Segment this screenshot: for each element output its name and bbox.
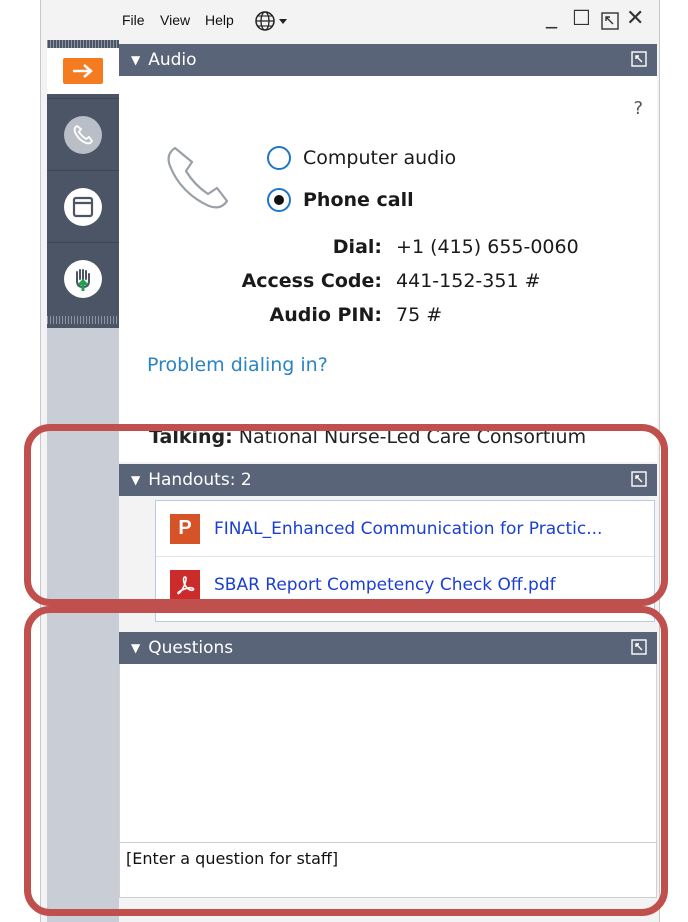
phone-call-radio[interactable] <box>267 188 291 212</box>
rail-grip-top[interactable] <box>47 40 119 48</box>
handout-name[interactable]: SBAR Report Competency Check Off.pdf <box>214 575 556 595</box>
handouts-list: P FINAL_Enhanced Communication for Pract… <box>155 500 655 622</box>
audio-panel-header[interactable]: ▼ Audio <box>119 44 657 76</box>
phone-icon <box>64 115 102 154</box>
restore-icon[interactable] <box>600 11 620 35</box>
talking-value: National Nurse-Led Care Consortium <box>238 426 587 448</box>
powerpoint-file-icon: P <box>170 513 200 544</box>
computer-audio-option[interactable]: Computer audio <box>267 146 456 170</box>
access-code-row: Access Code: 441-152-351 # <box>215 270 541 292</box>
questions-log <box>119 664 657 842</box>
audio-panel-body: ? Computer audio Phone call Dial: +1 (41… <box>119 76 657 462</box>
menu-help[interactable]: Help <box>205 12 234 28</box>
dial-row: Dial: +1 (415) 655-0060 <box>215 236 579 258</box>
maximize-button[interactable]: ☐ <box>572 6 591 30</box>
handout-item[interactable]: SBAR Report Competency Check Off.pdf <box>156 557 654 613</box>
handout-item[interactable]: P FINAL_Enhanced Communication for Pract… <box>156 501 654 557</box>
menu-bar: File View Help _ ☐ ✕ <box>119 0 659 44</box>
collapse-triangle-icon: ▼ <box>131 641 141 655</box>
questions-panel-title: Questions <box>148 638 234 658</box>
rail-grip-bottom[interactable] <box>47 316 119 324</box>
phone-call-option[interactable]: Phone call <box>267 188 414 212</box>
question-input[interactable] <box>119 842 657 898</box>
access-code-value: 441-152-351 # <box>396 270 541 292</box>
collapse-triangle-icon: ▼ <box>131 473 141 487</box>
phone-call-label: Phone call <box>303 189 414 211</box>
menu-view[interactable]: View <box>160 12 190 28</box>
dial-label: Dial: <box>332 236 382 258</box>
popout-icon[interactable] <box>631 51 647 67</box>
minimize-button[interactable]: _ <box>546 4 557 29</box>
collapse-arrow-icon <box>63 58 103 84</box>
handouts-panel-header[interactable]: ▼ Handouts: 2 <box>119 464 657 496</box>
pdf-file-icon <box>170 569 200 600</box>
audio-help-button[interactable]: ? <box>633 98 643 119</box>
audio-pin-label: Audio PIN: <box>269 304 382 326</box>
talking-indicator: Talking: National Nurse-Led Care Consort… <box>149 426 586 448</box>
rail-raise-hand-button[interactable] <box>47 242 119 314</box>
talking-label: Talking: <box>149 426 233 448</box>
handout-name[interactable]: FINAL_Enhanced Communication for Practic… <box>214 519 602 539</box>
handouts-panel-title: Handouts: 2 <box>148 470 252 490</box>
problem-dialing-link[interactable]: Problem dialing in? <box>147 354 328 376</box>
globe-icon[interactable] <box>254 10 290 36</box>
audio-panel-title: Audio <box>148 50 197 70</box>
rail-audio-button[interactable] <box>47 98 119 170</box>
popout-icon[interactable] <box>631 639 647 655</box>
collapse-triangle-icon: ▼ <box>131 53 141 67</box>
collapse-panel-button[interactable] <box>47 48 119 94</box>
rail-panel-button[interactable] <box>47 170 119 242</box>
computer-audio-label: Computer audio <box>303 147 457 169</box>
dial-value: +1 (415) 655-0060 <box>396 236 579 258</box>
menu-file[interactable]: File <box>122 12 145 28</box>
access-code-label: Access Code: <box>241 270 382 292</box>
panel-icon <box>64 187 102 226</box>
close-button[interactable]: ✕ <box>626 6 644 31</box>
audio-pin-value: 75 # <box>396 304 443 326</box>
audio-pin-row: Audio PIN: 75 # <box>215 304 442 326</box>
popout-icon[interactable] <box>631 471 647 487</box>
phone-handset-icon <box>161 140 241 224</box>
questions-panel-header[interactable]: ▼ Questions <box>119 632 657 664</box>
handouts-panel-body: P FINAL_Enhanced Communication for Pract… <box>119 496 657 628</box>
computer-audio-radio[interactable] <box>267 146 291 170</box>
raise-hand-icon <box>64 259 102 298</box>
bottom-strip <box>119 898 657 922</box>
